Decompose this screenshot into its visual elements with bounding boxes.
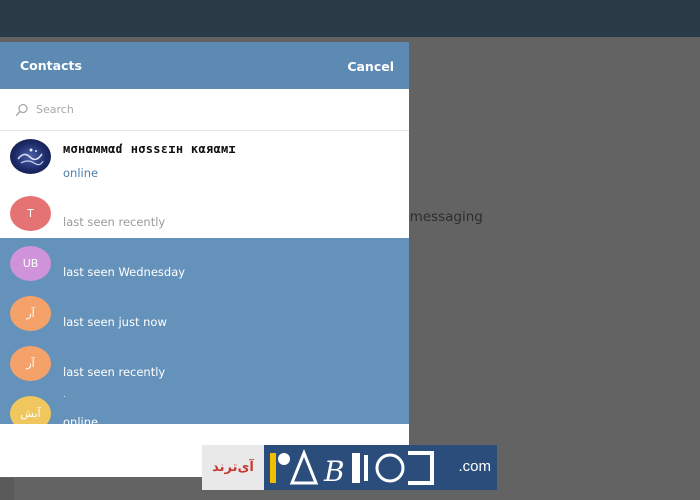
- background-corner: [0, 478, 14, 500]
- contact-item[interactable]: мσнαммαɗ нσssεɪн кαяαмɪ online: [0, 131, 409, 181]
- svg-text:B: B: [323, 455, 345, 488]
- search-bar: [0, 89, 409, 131]
- contact-status: online: [63, 166, 99, 180]
- modal-title: Contacts: [20, 58, 82, 73]
- contact-status: last seen Wednesday: [63, 265, 186, 279]
- avatar: UB: [10, 246, 51, 281]
- contact-item[interactable]: آر last seen just now: [0, 288, 409, 338]
- avatar: T: [10, 196, 51, 231]
- contacts-modal: Contacts Cancel мσнαммαɗ нσssεɪн кαяαмɪ …: [0, 42, 409, 477]
- modal-header: Contacts Cancel: [0, 42, 409, 89]
- avatar: آبش: [10, 396, 51, 424]
- contact-item[interactable]: آر last seen recently: [0, 338, 409, 388]
- contact-status: last seen just now: [63, 315, 167, 329]
- cancel-button[interactable]: Cancel: [347, 59, 394, 74]
- site-watermark-logo: آی‌ترند B .com: [202, 445, 497, 490]
- contact-item[interactable]: آبش . online: [0, 388, 409, 424]
- watermark-graphic: B .com: [264, 445, 497, 490]
- watermark-persian-text: آی‌ترند: [202, 445, 264, 490]
- contact-status: online: [63, 415, 99, 424]
- contact-status: last seen recently: [63, 365, 166, 379]
- contact-item[interactable]: UB last seen Wednesday: [0, 238, 409, 288]
- contact-name: мσнαммαɗ нσssεɪн кαяαмɪ: [63, 142, 237, 156]
- search-input[interactable]: [36, 99, 386, 119]
- watermark-domain: .com: [458, 458, 491, 475]
- contact-item[interactable]: T last seen recently: [0, 188, 409, 238]
- search-icon: [15, 103, 28, 117]
- avatar: آر: [10, 346, 51, 381]
- contacts-list: мσнαммαɗ нσssεɪн кαяαмɪ online T last se…: [0, 131, 409, 424]
- contact-name: .: [63, 390, 66, 400]
- avatar-calligraphy-image: [17, 148, 44, 166]
- background-welcome-text: t messaging: [400, 209, 483, 225]
- avatar: آر: [10, 296, 51, 331]
- app-topbar: [0, 0, 700, 37]
- contact-status: last seen recently: [63, 215, 166, 229]
- avatar: [10, 139, 51, 174]
